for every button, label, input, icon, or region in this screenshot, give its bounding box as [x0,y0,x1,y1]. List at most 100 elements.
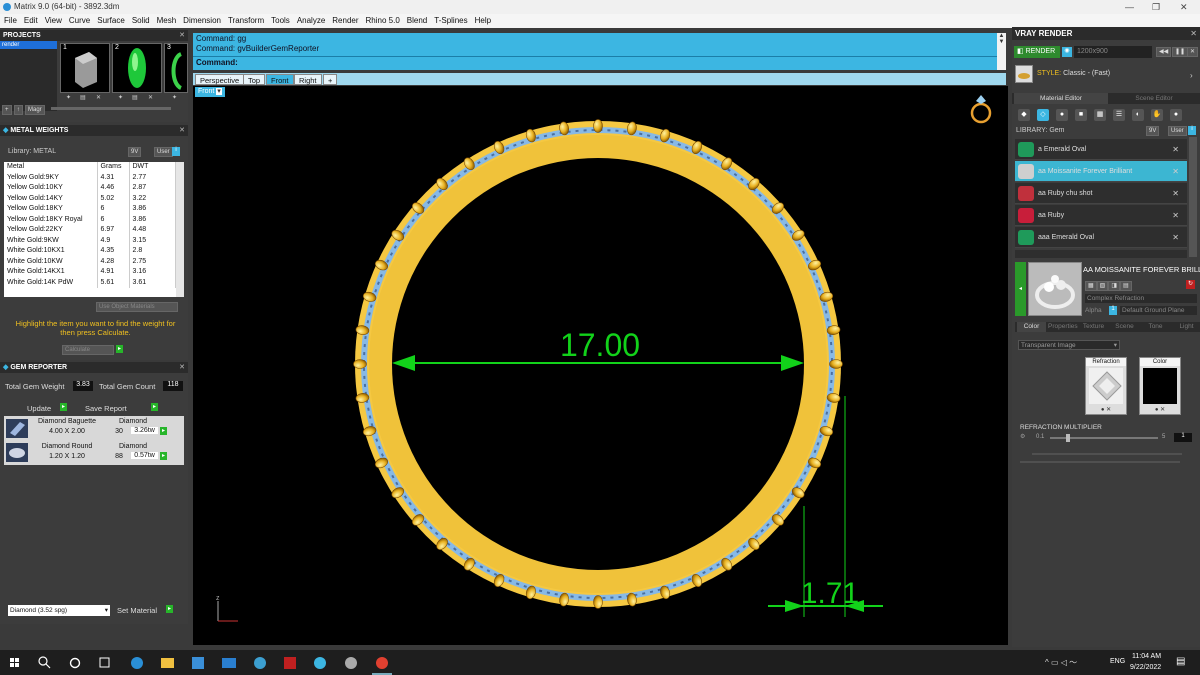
tab-texture[interactable]: Texture [1079,322,1108,332]
info-icon[interactable]: i [1188,126,1196,135]
table-row[interactable]: White Gold:10KX1 4.35 2.8 [4,246,176,257]
save-report-button[interactable]: Save Report [85,404,127,413]
close-icon[interactable]: ✕ [1172,161,1179,182]
table-row[interactable]: Yellow Gold:22KY 6.97 4.48 [4,225,176,236]
grid-icon[interactable]: ▦ [1094,109,1106,121]
settings-icon[interactable]: ◉ [1062,47,1072,57]
alpha-toggle[interactable]: 1 [1109,306,1117,315]
gem-row-go-icon[interactable]: ▸ [160,452,167,460]
menu-item[interactable]: View [45,14,62,28]
notifications-icon[interactable]: ▤ [1176,656,1185,667]
tab-top[interactable]: Top [243,74,266,85]
material-list-item[interactable]: aa Ruby ✕ [1015,205,1187,226]
system-tray-icons[interactable]: ^ ▭ ◁ 〜 [1045,657,1077,668]
material-list-item[interactable]: aaa Emerald Oval ✕ [1015,227,1187,248]
project-thumb-1[interactable]: 1 [60,43,110,93]
menu-item[interactable]: Rhino 5.0 [366,14,400,28]
menu-item[interactable]: Analyze [297,14,325,28]
up-button[interactable]: ↑ [13,105,23,115]
ground-select[interactable]: Default Ground Plane [1120,306,1197,315]
app-icon[interactable] [314,657,326,669]
clock-date[interactable]: 9/22/2022 [1130,664,1161,671]
close-icon[interactable]: ✕ [1172,139,1179,160]
task-view-icon[interactable] [99,657,110,668]
material-list-item[interactable]: aa Ruby chu shot ✕ [1015,183,1187,204]
drop-icon[interactable]: ◆ [1018,109,1030,121]
close-icon[interactable]: ✕ [1172,205,1179,226]
style-thumbnail[interactable] [1015,65,1033,83]
hand-icon[interactable]: ✋ [1151,109,1163,121]
metal-table-scrollbar[interactable] [176,162,184,297]
folder-icon[interactable]: ▤ [80,94,86,101]
metal-user-button[interactable]: User [154,147,173,157]
tab-material-editor[interactable]: Material Editor [1014,93,1108,104]
menu-item[interactable]: File [4,14,17,28]
vray-user-button[interactable]: User [1168,126,1187,136]
command-prompt[interactable]: Command: [196,58,238,67]
transparent-image-select[interactable]: Transparent Image ▾ [1018,340,1120,350]
diamond-icon[interactable]: ◇ [1037,109,1049,121]
tab-right[interactable]: Right [294,74,322,85]
close-button[interactable]: ✕ [1180,0,1188,14]
close-icon[interactable]: ✕ [179,30,185,41]
collapse-arrow-icon[interactable]: ◂ [1015,262,1026,316]
save-go-icon[interactable]: ▸ [151,403,158,411]
table-row[interactable]: Yellow Gold:18KY Royal 6 3.86 [4,214,176,225]
tab-scene[interactable]: Scene [1110,322,1139,332]
tab-add[interactable]: + [323,74,338,85]
gem-row-go-icon[interactable]: ▸ [160,427,167,435]
menu-item[interactable]: Render [332,14,358,28]
folder-icon[interactable]: ▤ [132,94,138,101]
slider-thumb[interactable] [1066,434,1070,442]
tab-light[interactable]: Light [1172,322,1200,332]
sphere-icon[interactable]: ● [1056,109,1068,121]
mini-tool-icon[interactable]: ▦ [1085,281,1097,291]
menu-item[interactable]: Solid [132,14,150,28]
mail-icon[interactable] [222,658,236,668]
refraction-multiplier-slider[interactable]: ⚙ 0.1 5 1 [1020,433,1195,443]
close-render-icon[interactable]: ✕ [1187,47,1199,57]
menu-item[interactable]: T-Splines [434,14,467,28]
project-thumb-3[interactable]: 3 [164,43,188,93]
gear-icon[interactable]: ⚙ [1020,433,1025,440]
viewport-front[interactable]: Front ▾ 17.00 1.71 z [193,86,1008,645]
maximize-button[interactable]: ❐ [1152,0,1160,14]
edge-icon[interactable] [131,657,143,669]
magic-button[interactable]: Magr [24,105,45,115]
language-indicator[interactable]: ENG [1110,658,1125,665]
mini-tool-icon[interactable]: ◨ [1108,281,1121,291]
add-icon[interactable]: ✦ [118,94,123,101]
project-thumb-2[interactable]: 2 [112,43,162,93]
reset-icon[interactable]: ↻ [1186,280,1195,289]
material-list-item[interactable]: a Emerald Oval ✕ [1015,139,1187,160]
shader-select[interactable]: Complex Refraction [1085,294,1197,303]
chevron-right-icon[interactable]: › [1190,71,1193,80]
menu-item[interactable]: Transform [228,14,264,28]
paint-icon[interactable]: ◐ [1132,109,1144,121]
windows-start-icon[interactable] [10,658,19,667]
close-icon[interactable]: ✕ [1172,227,1179,248]
menu-item[interactable]: Curve [69,14,90,28]
project-item[interactable]: render [0,41,57,49]
store-icon[interactable] [192,657,204,669]
update-go-icon[interactable]: ▸ [60,403,67,411]
close-icon[interactable]: ✕ [1190,27,1197,40]
render-button[interactable]: ◧ RENDER [1014,46,1060,58]
bulb-icon[interactable]: ● [1170,109,1182,121]
vray-library-button[interactable]: 9V [1146,126,1160,136]
calculate-button[interactable]: Calculate [62,345,114,355]
info-icon[interactable]: i [172,147,180,156]
menu-item[interactable]: Blend [407,14,427,28]
app-icon[interactable] [254,657,266,669]
app-icon[interactable] [284,657,296,669]
table-row[interactable]: Yellow Gold:10KY 4.46 2.87 [4,183,176,194]
color-swatch[interactable]: Color ● ✕ [1139,357,1181,415]
material-select[interactable]: Diamond (3.52 spg) ▾ [8,605,110,616]
menu-item[interactable]: Help [475,14,491,28]
table-row[interactable]: White Gold:10KW 4.28 2.75 [4,256,176,267]
command-scrollbar[interactable]: ▲ ▼ [997,33,1006,70]
close-icon[interactable]: ✕ [179,362,185,373]
menu-item[interactable]: Tools [271,14,290,28]
minimize-button[interactable]: — [1125,0,1134,14]
set-material-go-icon[interactable]: ▸ [166,605,173,613]
